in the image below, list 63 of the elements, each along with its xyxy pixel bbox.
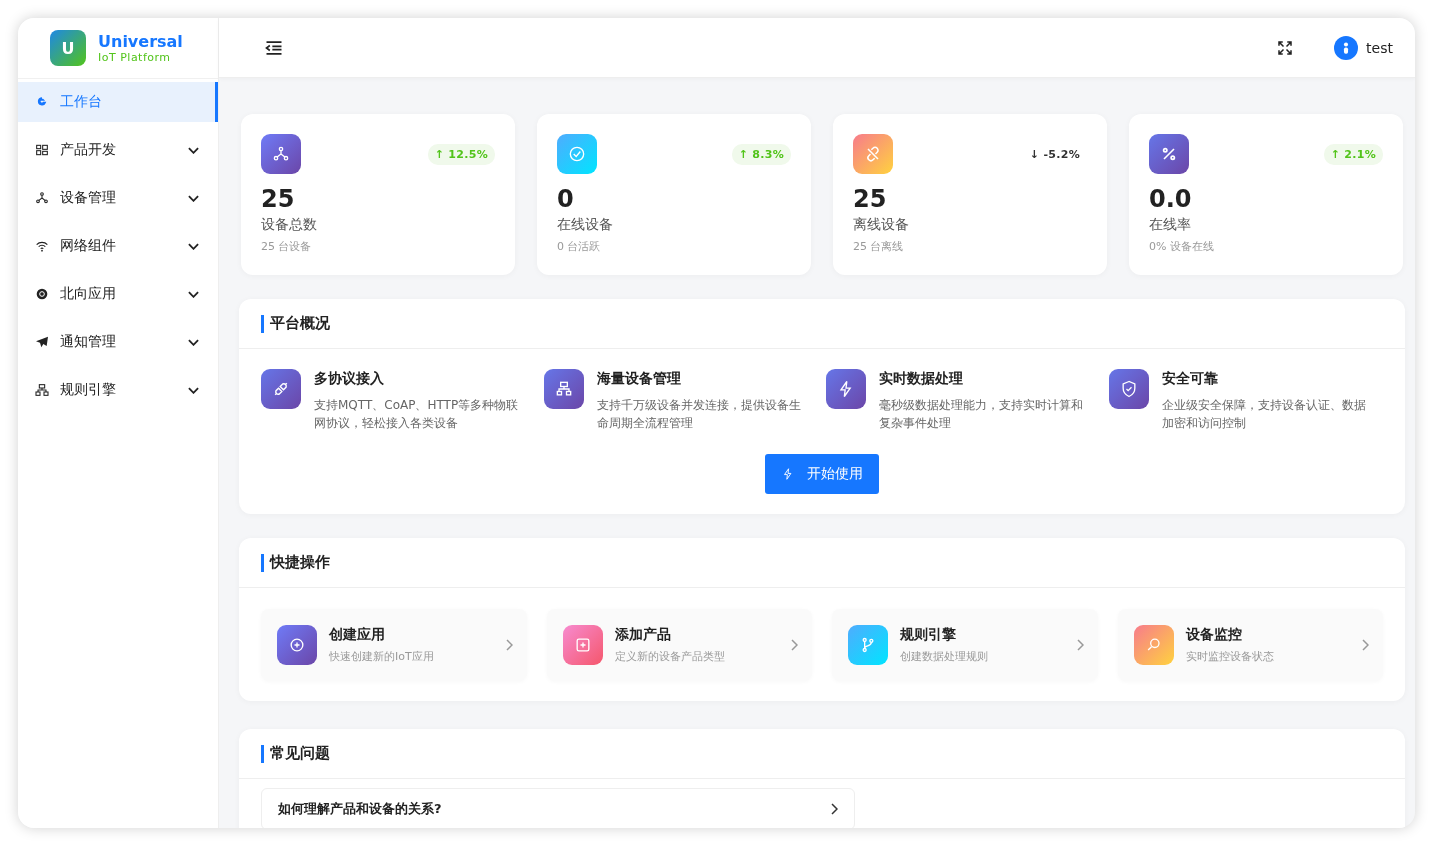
start-button[interactable]: 开始使用 — [765, 454, 879, 494]
disc-icon — [34, 286, 50, 302]
feature-description: 企业级安全保障，支持设备认证、数据加密和访问控制 — [1161, 397, 1367, 432]
stat-label: 在线设备 — [557, 216, 614, 234]
action-description: 快速创建新的IoT应用 — [329, 649, 434, 664]
trend-label: ↑ 12.5% — [427, 143, 495, 165]
chevron-right-icon — [791, 639, 798, 651]
stat-caption: 0 台活跃 — [557, 239, 602, 254]
brand-tagline: IoT Platform — [98, 50, 172, 64]
stat-value: 25 — [853, 184, 888, 214]
feature-title: 海量设备管理 — [596, 370, 682, 388]
sidebar-item[interactable]: 设备管理 — [18, 178, 218, 218]
quick-action-card[interactable]: 创建应用 快速创建新的IoT应用 — [261, 609, 527, 681]
sidebar-item[interactable]: 工作台 — [18, 82, 218, 122]
chevron-right-icon — [831, 803, 838, 815]
action-description: 定义新的设备产品类型 — [614, 649, 725, 664]
check-circle-icon — [567, 144, 587, 164]
quick-action-card[interactable]: 规则引擎 创建数据处理规则 — [832, 609, 1098, 681]
feature-description: 支持千万级设备并发连接，提供设备生命周期全流程管理 — [596, 397, 802, 432]
stat-caption: 25 台设备 — [261, 239, 313, 254]
nodes-icon — [34, 190, 50, 206]
brand-name: Universal — [98, 32, 183, 51]
feature-description: 支持MQTT、CoAP、HTTP等多种物联网协议，轻松接入各类设备 — [314, 397, 520, 432]
sidebar-item[interactable]: 产品开发 — [18, 130, 218, 170]
paper-plane-icon — [34, 334, 50, 350]
quick-action-card[interactable]: 添加产品 定义新的设备产品类型 — [546, 609, 812, 681]
stat-label: 在线率 — [1149, 216, 1192, 234]
feature-title: 多协议接入 — [314, 370, 385, 388]
stat-value: 0.0 — [1149, 184, 1193, 214]
user-name[interactable]: test — [1366, 39, 1393, 56]
stat-label: 离线设备 — [853, 216, 910, 234]
chevron-right-icon — [505, 639, 513, 651]
feature-title: 安全可靠 — [1161, 370, 1219, 388]
action-description: 创建数据处理规则 — [900, 649, 988, 664]
sidebar-item[interactable]: 规则引擎 — [18, 370, 218, 410]
quick-action-card[interactable]: 设备监控 实时监控设备状态 — [1117, 609, 1383, 681]
hierarchy-icon — [34, 382, 50, 398]
grid-icon — [34, 142, 50, 158]
stat-caption: 0% 设备在线 — [1149, 239, 1215, 254]
stat-value: 0 — [557, 184, 575, 214]
section-title: 常见问题 — [270, 744, 330, 763]
action-title: 规则引擎 — [900, 626, 957, 644]
feature-title: 实时数据处理 — [879, 370, 964, 388]
action-description: 实时监控设备状态 — [1185, 649, 1274, 664]
feature-description: 毫秒级数据处理能力，支持实时计算和复杂事件处理 — [879, 397, 1084, 432]
sidebar-item[interactable]: 北向应用 — [18, 274, 218, 314]
chevron-right-icon — [1362, 639, 1369, 651]
trend-label: ↓ -5.2% — [1028, 146, 1081, 163]
action-title: 添加产品 — [614, 626, 672, 644]
section-title: 快捷操作 — [270, 553, 330, 572]
stat-value: 25 — [261, 184, 296, 214]
section-title: 平台概况 — [270, 314, 330, 333]
fullscreen-icon[interactable] — [1276, 38, 1295, 57]
action-title: 设备监控 — [1185, 626, 1243, 644]
trend-label: ↑ 2.1% — [1323, 143, 1383, 165]
chevron-right-icon — [1076, 639, 1084, 651]
stat-label: 设备总数 — [261, 216, 318, 234]
logo-mark: U — [50, 30, 86, 66]
sidebar-item[interactable]: 网络组件 — [18, 226, 218, 266]
trend-label: ↑ 8.3% — [731, 143, 791, 165]
sidebar-item[interactable]: 通知管理 — [18, 322, 218, 362]
action-title: 创建应用 — [329, 626, 386, 644]
stat-caption: 25 台离线 — [853, 239, 905, 254]
